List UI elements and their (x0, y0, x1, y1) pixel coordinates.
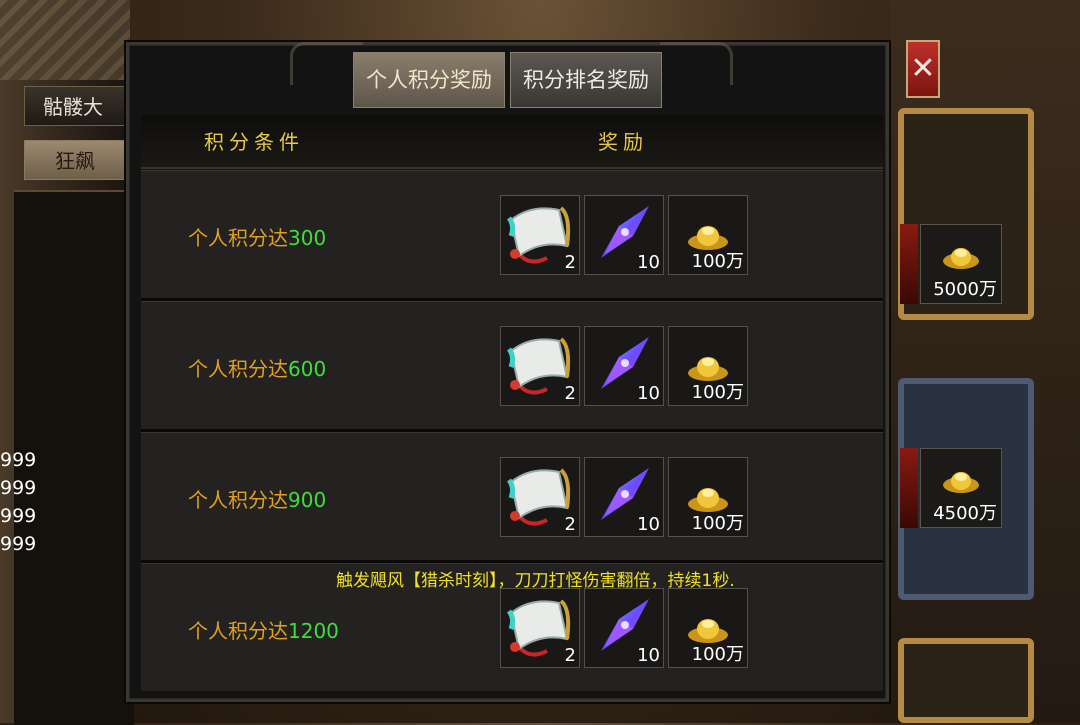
left-number: 999 (0, 449, 37, 471)
score-condition: 个人积分达900 (188, 484, 326, 513)
item-quantity: 10 (637, 645, 660, 666)
item-quantity: 10 (637, 514, 660, 535)
left-number: 999 (0, 477, 37, 499)
tab-personal-score-reward[interactable]: 个人积分奖励 (353, 52, 505, 108)
gold-dragon-frame (898, 638, 1034, 723)
red-item-slot-edge (900, 448, 918, 528)
item-quantity: 2 (564, 252, 576, 273)
reward-item-slot[interactable]: 10 (584, 326, 664, 406)
condition-label: 个人积分达 (188, 619, 288, 643)
score-condition: 个人积分达600 (188, 353, 326, 382)
item-effect-tooltip: 触发飓风【猎杀时刻】，刀刀打怪伤害翻倍，持续1秒. (336, 571, 735, 591)
score-condition: 个人积分达300 (188, 222, 326, 251)
item-quantity: 10 (637, 383, 660, 404)
reward-item-slot[interactable]: 100万 (668, 457, 748, 537)
condition-label: 个人积分达 (188, 226, 288, 250)
gold-ingot-icon (943, 248, 979, 269)
reward-item-slot[interactable]: 2 (500, 457, 580, 537)
reward-item-slot[interactable]: 2 (500, 195, 580, 275)
item-quantity: 4500万 (933, 503, 997, 524)
reward-slot-gold[interactable]: 4500万 (920, 448, 1002, 528)
side-button-frenzy[interactable]: 狂飙 (24, 140, 130, 180)
reward-slot-gold[interactable]: 5000万 (920, 224, 1002, 304)
condition-label: 个人积分达 (188, 357, 288, 381)
item-quantity: 100万 (691, 513, 744, 534)
reward-item-slot[interactable]: 100万 (668, 195, 748, 275)
red-item-slot-edge (900, 224, 918, 304)
left-number: 999 (0, 533, 37, 555)
reward-item-slot[interactable]: 2 (500, 588, 580, 668)
header-reward: 奖励 (598, 130, 648, 154)
reward-item-slot[interactable]: 10 (584, 588, 664, 668)
close-button[interactable]: ✕ (906, 40, 940, 98)
header-condition: 积分条件 (204, 130, 304, 154)
left-number-column: 999 999 999 999 (0, 446, 36, 558)
left-number: 999 (0, 505, 37, 527)
side-button-skeleton[interactable]: 骷髅大 (24, 86, 130, 126)
condition-label: 个人积分达 (188, 488, 288, 512)
reward-item-slot[interactable]: 2 (500, 326, 580, 406)
item-quantity: 2 (564, 514, 576, 535)
gold-ingot-icon (943, 472, 979, 493)
item-quantity: 100万 (691, 382, 744, 403)
score-threshold: 900 (288, 488, 327, 512)
stone-ornament (0, 0, 130, 80)
reward-item-slot[interactable]: 10 (584, 195, 664, 275)
reward-item-slot[interactable]: 10 (584, 457, 664, 537)
reward-item-slot[interactable]: 100万 (668, 588, 748, 668)
tab-score-ranking-reward[interactable]: 积分排名奖励 (510, 52, 662, 108)
panel-ornament (660, 42, 733, 85)
item-quantity: 100万 (691, 644, 744, 665)
score-threshold: 1200 (288, 619, 339, 643)
score-threshold: 600 (288, 357, 327, 381)
item-quantity: 100万 (691, 251, 744, 272)
score-threshold: 300 (288, 226, 327, 250)
item-quantity: 10 (637, 252, 660, 273)
score-condition: 个人积分达1200 (188, 615, 339, 644)
item-quantity: 2 (564, 383, 576, 404)
item-quantity: 5000万 (933, 279, 997, 300)
item-quantity: 2 (564, 645, 576, 666)
reward-item-slot[interactable]: 100万 (668, 326, 748, 406)
